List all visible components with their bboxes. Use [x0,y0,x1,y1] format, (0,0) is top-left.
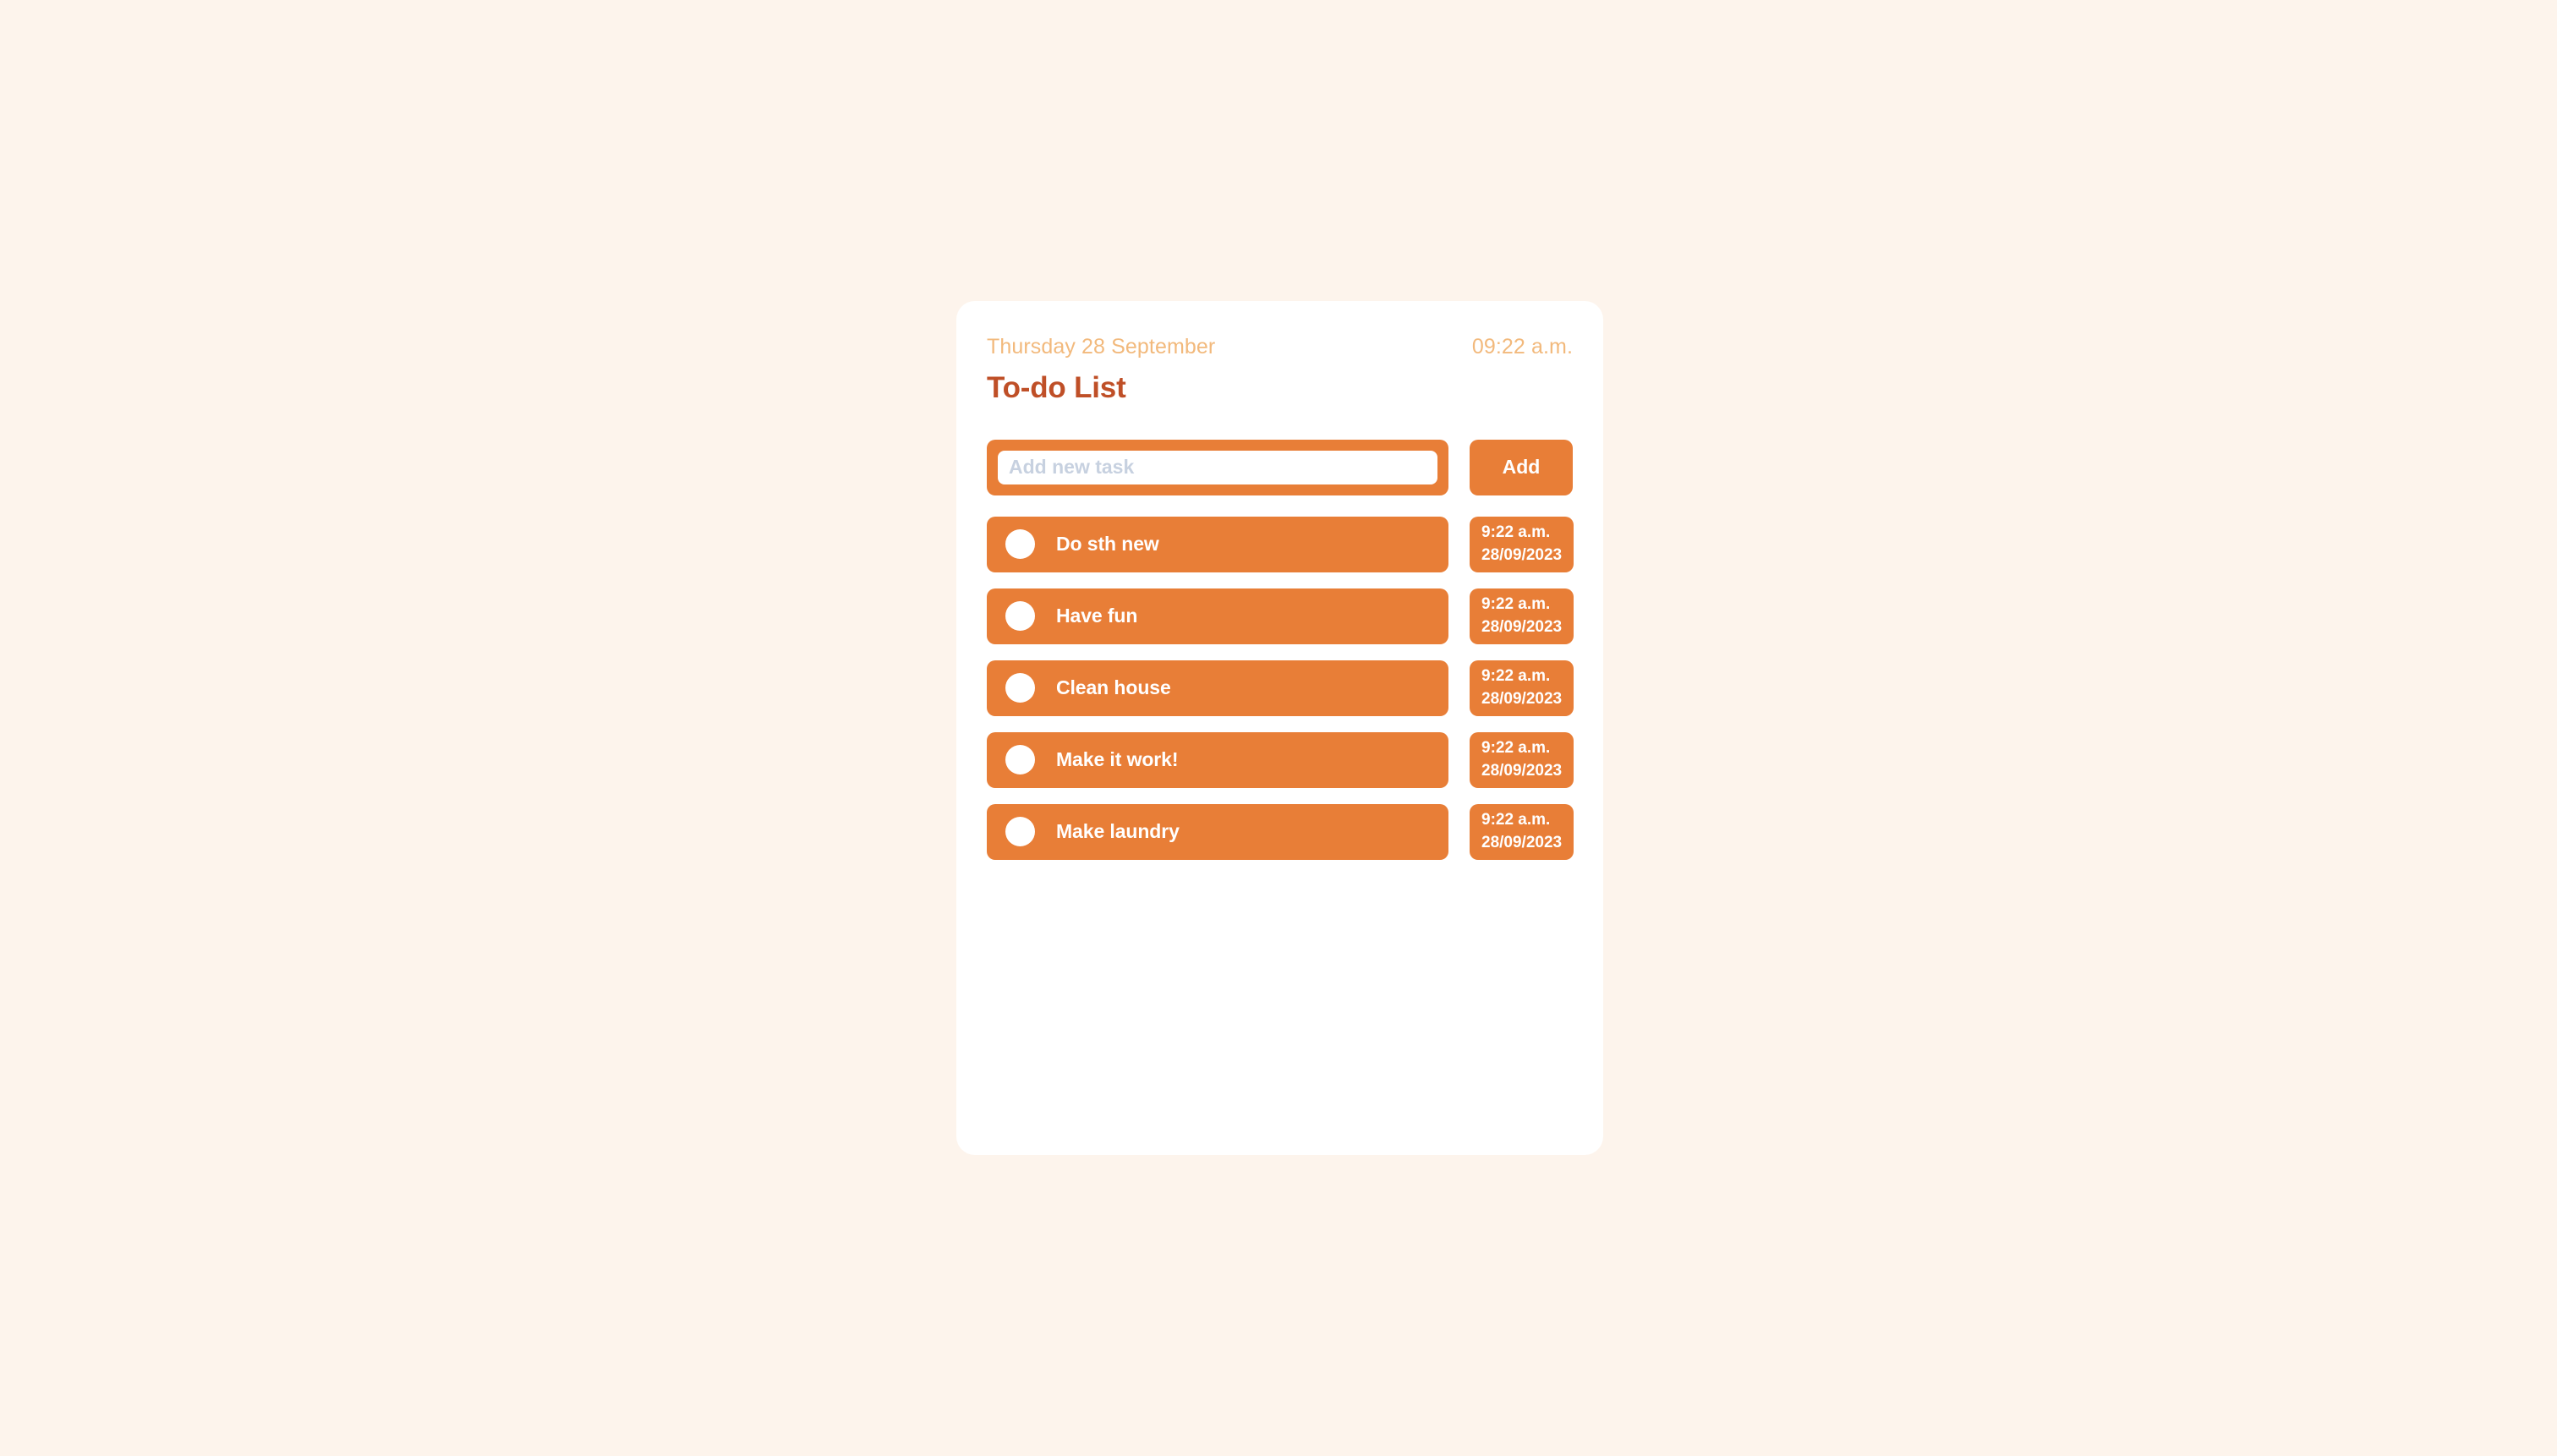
task-timestamp: 9:22 a.m. 28/09/2023 [1470,516,1574,572]
task-timestamp-time: 9:22 a.m. [1481,811,1551,829]
page-viewport: Thursday 28 September 09:22 a.m. To-do L… [0,0,2557,1456]
task-timestamp: 9:22 a.m. 28/09/2023 [1470,660,1574,716]
task-item-have-fun[interactable]: Have fun [987,588,1448,644]
task-checkbox-circle-icon[interactable] [1005,529,1035,559]
task-timestamp: 9:22 a.m. 28/09/2023 [1470,731,1574,788]
task-timestamp: 9:22 a.m. 28/09/2023 [1470,803,1574,860]
task-timestamp-date: 28/09/2023 [1481,617,1563,636]
task-item-make-laundry[interactable]: Make laundry [987,803,1448,860]
task-timestamp-time: 9:22 a.m. [1481,739,1551,758]
add-task-button[interactable]: Add [1470,439,1573,495]
card-header: Thursday 28 September 09:22 a.m. [987,335,1573,360]
task-row: Make it work! 9:22 a.m. 28/09/2023 [987,731,1574,788]
task-row: Make laundry 9:22 a.m. 28/09/2023 [987,803,1574,860]
task-checkbox-circle-icon[interactable] [1005,745,1035,775]
task-timestamp-time: 9:22 a.m. [1481,595,1551,614]
current-date-label: Thursday 28 September [987,335,1216,359]
task-row: Do sth new 9:22 a.m. 28/09/2023 [987,516,1574,572]
task-timestamp-date: 28/09/2023 [1481,761,1563,780]
task-label: Make laundry [1056,820,1180,842]
task-timestamp-time: 9:22 a.m. [1481,523,1551,542]
task-checkbox-circle-icon[interactable] [1005,673,1035,703]
task-item-clean-house[interactable]: Clean house [987,660,1448,716]
page-title: To-do List [987,371,1126,404]
task-item-do-sth-new[interactable]: Do sth new [987,516,1448,572]
task-list: Do sth new 9:22 a.m. 28/09/2023 Have fun… [987,516,1574,860]
task-label: Make it work! [1056,748,1179,770]
task-label: Do sth new [1056,533,1159,555]
task-label: Have fun [1056,605,1138,627]
add-task-row: Add [987,439,1573,495]
task-timestamp-date: 28/09/2023 [1481,545,1563,564]
task-timestamp-date: 28/09/2023 [1481,833,1563,851]
todo-app-card: Thursday 28 September 09:22 a.m. To-do L… [956,301,1603,1155]
new-task-input-wrapper [987,439,1448,495]
task-label: Clean house [1056,676,1171,698]
task-timestamp-time: 9:22 a.m. [1481,667,1551,686]
task-row: Have fun 9:22 a.m. 28/09/2023 [987,588,1574,644]
task-timestamp: 9:22 a.m. 28/09/2023 [1470,588,1574,644]
task-checkbox-circle-icon[interactable] [1005,601,1035,631]
current-time-label: 09:22 a.m. [1471,335,1573,359]
task-row: Clean house 9:22 a.m. 28/09/2023 [987,660,1574,716]
task-item-make-it-work[interactable]: Make it work! [987,731,1448,788]
new-task-input[interactable] [998,450,1437,484]
task-checkbox-circle-icon[interactable] [1005,817,1035,846]
task-timestamp-date: 28/09/2023 [1481,689,1563,708]
